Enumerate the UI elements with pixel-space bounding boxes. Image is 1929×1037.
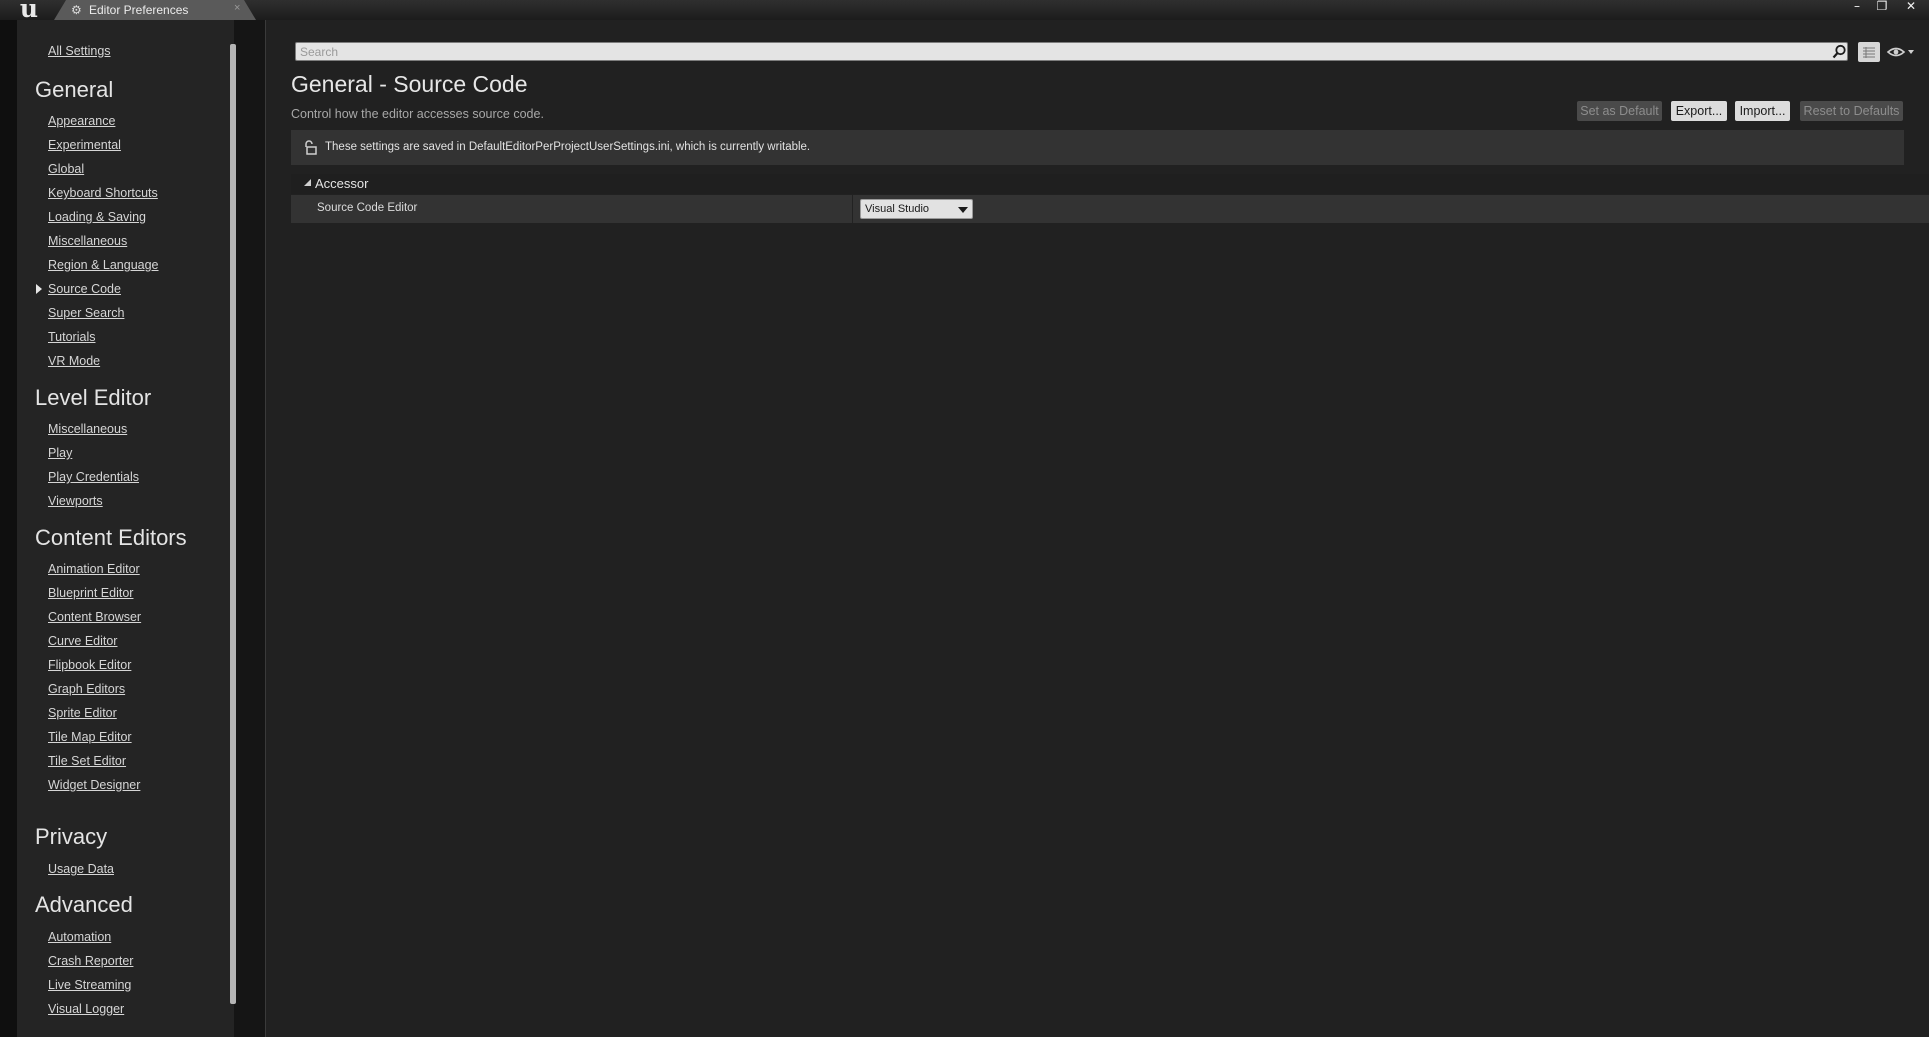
category-accessor[interactable]: Accessor: [291, 174, 1929, 194]
window-frame: [0, 20, 17, 1037]
sidebar-item-keyboard-shortcuts[interactable]: Keyboard Shortcuts: [48, 186, 158, 200]
sidebar-item-global[interactable]: Global: [48, 162, 84, 176]
section-general: General: [35, 77, 114, 102]
sidebar-item-level-miscellaneous[interactable]: Miscellaneous: [48, 422, 127, 436]
view-options-button[interactable]: [1858, 42, 1880, 62]
sidebar-item-tile-set-editor[interactable]: Tile Set Editor: [48, 754, 126, 768]
sidebar-item-loading-saving[interactable]: Loading & Saving: [48, 210, 146, 224]
sidebar-item-graph-editors[interactable]: Graph Editors: [48, 682, 125, 696]
sidebar-item-animation-editor[interactable]: Animation Editor: [48, 562, 140, 576]
sidebar-item-crash-reporter[interactable]: Crash Reporter: [48, 954, 133, 968]
sidebar-item-tile-map-editor[interactable]: Tile Map Editor: [48, 730, 132, 744]
sidebar-item-usage-data[interactable]: Usage Data: [48, 862, 114, 876]
eye-icon: [1886, 47, 1914, 57]
section-advanced: Advanced: [35, 892, 133, 917]
search-input[interactable]: [300, 44, 1820, 59]
export-button[interactable]: Export...: [1671, 101, 1727, 121]
sidebar-item-tutorials[interactable]: Tutorials: [48, 330, 95, 344]
reset-to-defaults-button[interactable]: Reset to Defaults: [1800, 101, 1903, 121]
tab-editor-preferences[interactable]: ⚙ Editor Preferences ×: [54, 0, 256, 20]
sidebar-item-vr-mode[interactable]: VR Mode: [48, 354, 100, 368]
sidebar-item-source-code[interactable]: Source Code: [48, 282, 121, 296]
import-button[interactable]: Import...: [1735, 101, 1790, 121]
property-row-source-code-editor: Source Code Editor Visual Studio: [291, 195, 1929, 223]
section-level-editor: Level Editor: [35, 385, 152, 410]
property-splitter[interactable]: [852, 195, 853, 223]
source-code-editor-dropdown[interactable]: Visual Studio: [860, 199, 973, 219]
sidebar-item-flipbook-editor[interactable]: Flipbook Editor: [48, 658, 131, 672]
close-icon[interactable]: ✕: [1900, 0, 1922, 12]
sidebar-item-live-streaming[interactable]: Live Streaming: [48, 978, 131, 992]
set-as-default-button[interactable]: Set as Default: [1577, 101, 1662, 121]
page-title: General - Source Code: [291, 71, 528, 97]
search-box: [295, 42, 1848, 61]
chevron-down-icon: [958, 207, 968, 213]
sidebar-item-content-browser[interactable]: Content Browser: [48, 610, 141, 624]
selected-arrow-icon: [36, 284, 42, 294]
page-description: Control how the editor accesses source c…: [291, 107, 544, 121]
sidebar-item-region-language[interactable]: Region & Language: [48, 258, 159, 272]
sidebar-item-widget-designer[interactable]: Widget Designer: [48, 778, 140, 792]
unlocked-icon: [305, 140, 317, 155]
sidebar-item-sprite-editor[interactable]: Sprite Editor: [48, 706, 117, 720]
tab-close-icon[interactable]: ×: [234, 2, 240, 14]
sidebar-item-appearance[interactable]: Appearance: [48, 114, 115, 128]
sidebar-item-curve-editor[interactable]: Curve Editor: [48, 634, 117, 648]
sidebar-item-play-credentials[interactable]: Play Credentials: [48, 470, 139, 484]
sidebar-item-super-search[interactable]: Super Search: [48, 306, 124, 320]
sidebar-item-viewports[interactable]: Viewports: [48, 494, 103, 508]
sidebar-item-miscellaneous[interactable]: Miscellaneous: [48, 234, 127, 248]
expand-arrow-icon[interactable]: [304, 179, 311, 186]
unreal-logo-icon: u: [19, 0, 39, 23]
sidebar-item-experimental[interactable]: Experimental: [48, 138, 121, 152]
sidebar-item-play[interactable]: Play: [48, 446, 72, 460]
minimize-icon[interactable]: –: [1846, 0, 1868, 12]
notice-text: These settings are saved in DefaultEdito…: [325, 141, 811, 153]
config-notice: These settings are saved in DefaultEdito…: [291, 130, 1904, 165]
list-view-icon: [1863, 47, 1875, 58]
all-settings-link[interactable]: All Settings: [48, 44, 111, 58]
preferences-icon: ⚙: [71, 3, 82, 17]
details-panel: [266, 20, 1929, 1037]
sidebar-scrollbar[interactable]: [230, 44, 236, 1004]
section-privacy: Privacy: [35, 824, 108, 849]
sidebar-item-blueprint-editor[interactable]: Blueprint Editor: [48, 586, 133, 600]
search-icon[interactable]: [1832, 44, 1847, 59]
section-content-editors: Content Editors: [35, 525, 187, 550]
property-label: Source Code Editor: [317, 202, 418, 214]
sidebar-item-automation[interactable]: Automation: [48, 930, 111, 944]
category-label: Accessor: [315, 176, 369, 191]
dropdown-value: Visual Studio: [865, 203, 930, 215]
visibility-filter-button[interactable]: [1886, 44, 1916, 60]
tab-title: Editor Preferences: [89, 3, 189, 17]
title-bar: u ⚙ Editor Preferences × – ❐ ✕: [0, 0, 1929, 23]
sidebar-item-visual-logger[interactable]: Visual Logger: [48, 1002, 124, 1016]
maximize-icon[interactable]: ❐: [1871, 0, 1893, 12]
